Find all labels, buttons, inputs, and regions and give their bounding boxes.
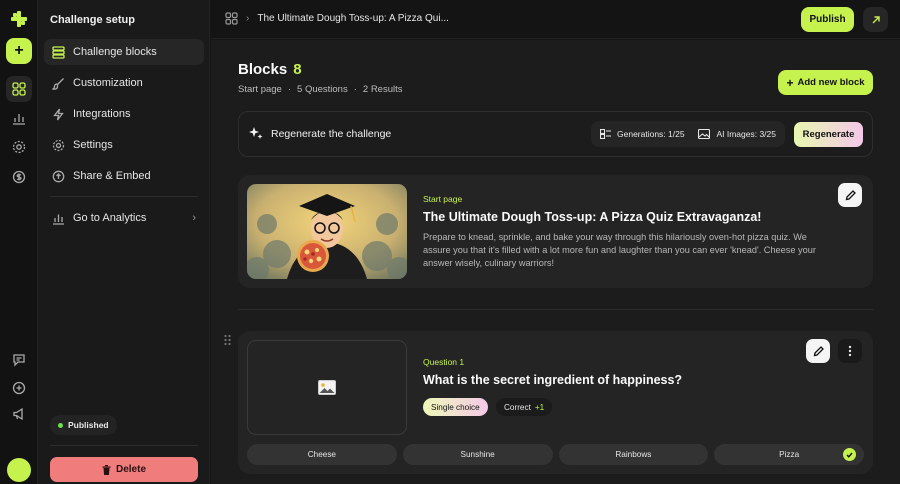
announcements-icon[interactable] — [6, 401, 32, 427]
edit-question-button[interactable] — [806, 339, 830, 363]
card-eyebrow: Question 1 — [423, 357, 465, 367]
answer-option[interactable]: Cheese — [247, 444, 397, 465]
start-page-card[interactable]: Start page The Ultimate Dough Toss-up: A… — [238, 175, 873, 288]
publish-button[interactable]: Publish — [801, 7, 854, 32]
bolt-icon — [53, 108, 64, 120]
summary-results: 2 Results — [362, 84, 403, 95]
gear-icon — [52, 139, 65, 151]
trash-icon — [102, 464, 111, 475]
blocks-icon — [52, 45, 65, 59]
drag-handle-icon[interactable] — [224, 334, 231, 349]
section-divider — [238, 309, 873, 310]
question-type-badge: Single choice — [423, 398, 488, 416]
summary-start-page: Start page — [238, 84, 282, 95]
page-title-text: Blocks — [238, 61, 288, 78]
pencil-icon — [845, 189, 856, 200]
page-title: Blocks 8 — [238, 61, 302, 78]
help-icon[interactable] — [6, 375, 32, 401]
breadcrumb: › The Ultimate Dough Toss-up: A Pizza Qu… — [225, 12, 449, 25]
add-new-block-label: Add new block — [797, 77, 865, 88]
sidebar-item-integrations[interactable]: Integrations — [44, 101, 204, 127]
question-title: What is the secret ingredient of happine… — [423, 373, 683, 387]
summary-separator: · — [353, 84, 357, 95]
open-external-button[interactable] — [863, 7, 888, 32]
challenge-setup-sidebar: Challenge setup Challenge blocks Customi… — [38, 0, 210, 484]
sidebar-item-label: Settings — [73, 139, 113, 151]
regenerate-panel: Regenerate the challenge Generations: 1/… — [238, 111, 873, 157]
sidebar-item-label: Share & Embed — [73, 170, 151, 182]
summary-separator: · — [287, 84, 292, 95]
correct-points-badge: Correct +1 — [496, 398, 553, 416]
add-new-block-button[interactable]: + Add new block — [778, 70, 873, 95]
generations-icon — [600, 129, 611, 139]
usage-counters: Generations: 1/25 AI Images: 3/25 — [591, 121, 785, 147]
sidebar-item-label: Challenge blocks — [73, 46, 157, 58]
answer-label: Pizza — [779, 450, 800, 459]
ai-images-count: AI Images: 3/25 — [716, 129, 776, 139]
card-title: The Ultimate Dough Toss-up: A Pizza Quiz… — [423, 210, 762, 224]
answer-option[interactable]: Rainbows — [558, 444, 709, 465]
top-bar: › The Ultimate Dough Toss-up: A Pizza Qu… — [211, 0, 900, 39]
generations-count: Generations: 1/25 — [617, 129, 685, 139]
analytics-icon — [53, 214, 64, 225]
share-icon — [52, 170, 65, 182]
sidebar-title: Challenge setup — [50, 14, 135, 26]
sidebar-item-label: Customization — [73, 77, 143, 89]
card-eyebrow: Start page — [423, 194, 463, 204]
dashboard-icon[interactable] — [225, 12, 238, 25]
status-dot-icon — [58, 422, 63, 428]
regenerate-button[interactable]: Regenerate — [794, 122, 863, 147]
blocks-summary: Start page · 5 Questions · 2 Results — [238, 84, 403, 95]
correct-label: Correct — [504, 402, 531, 412]
question-card[interactable]: Question 1 What is the secret ingredient… — [238, 331, 873, 474]
settings-icon[interactable] — [6, 134, 32, 160]
status-label: Published — [68, 420, 109, 430]
correct-points: +1 — [534, 402, 545, 412]
sidebar-item-analytics[interactable]: Go to Analytics › — [44, 205, 204, 231]
sidebar-item-label: Go to Analytics — [73, 212, 147, 224]
regenerate-label: Regenerate the challenge — [271, 128, 392, 140]
delete-label: Delete — [115, 464, 146, 475]
sidebar-divider — [50, 445, 198, 446]
status-badge: Published — [50, 415, 117, 435]
edit-start-page-button[interactable] — [838, 183, 862, 207]
create-new-button[interactable]: + — [6, 38, 32, 64]
more-options-button[interactable] — [838, 339, 862, 363]
start-page-image — [247, 184, 407, 279]
answer-option[interactable]: Sunshine — [402, 444, 553, 465]
image-placeholder-icon — [318, 380, 336, 395]
app-logo-icon[interactable] — [10, 10, 28, 28]
sparkles-icon — [249, 127, 263, 139]
sidebar-item-settings[interactable]: Settings — [44, 132, 204, 158]
summary-questions: 5 Questions — [297, 84, 348, 95]
icon-rail: + — [0, 0, 38, 484]
sidebar-item-customization[interactable]: Customization — [44, 70, 204, 96]
analytics-icon[interactable] — [6, 105, 32, 131]
checkmark-icon — [843, 448, 856, 461]
dashboard-icon[interactable] — [6, 76, 32, 102]
brush-icon — [52, 77, 64, 90]
arrow-up-right-icon — [872, 15, 880, 23]
main-content: Blocks 8 Start page · 5 Questions · 2 Res… — [211, 40, 900, 484]
question-image-placeholder[interactable] — [247, 340, 407, 435]
chevron-right-icon: › — [246, 13, 250, 24]
answer-options: Cheese Sunshine Rainbows Pizza — [247, 444, 864, 465]
sidebar-divider — [50, 196, 198, 197]
feedback-icon[interactable] — [6, 347, 32, 373]
plus-icon: + — [786, 75, 794, 90]
card-description: Prepare to knead, sprinkle, and bake you… — [423, 232, 816, 268]
chevron-right-icon: › — [192, 212, 196, 224]
sidebar-item-challenge-blocks[interactable]: Challenge blocks — [44, 39, 204, 65]
billing-icon[interactable] — [6, 164, 32, 190]
more-vertical-icon — [848, 345, 852, 357]
pencil-icon — [813, 345, 824, 356]
breadcrumb-title[interactable]: The Ultimate Dough Toss-up: A Pizza Qui.… — [257, 13, 449, 24]
sidebar-item-share-embed[interactable]: Share & Embed — [44, 163, 204, 189]
answer-option-correct[interactable]: Pizza — [714, 444, 864, 465]
block-count: 8 — [293, 61, 302, 78]
delete-button[interactable]: Delete — [50, 457, 198, 482]
user-avatar[interactable] — [7, 458, 31, 482]
image-icon — [698, 129, 711, 139]
sidebar-item-label: Integrations — [73, 108, 131, 120]
